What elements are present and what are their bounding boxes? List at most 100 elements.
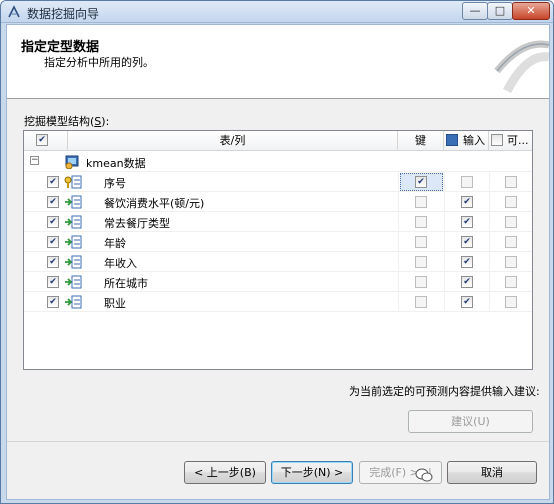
column-name: 常去餐厅类型 xyxy=(104,217,170,230)
cell-divider xyxy=(444,232,445,252)
data-mining-wizard-icon xyxy=(8,5,20,18)
column-icon xyxy=(65,275,82,289)
predict-checkbox[interactable] xyxy=(505,236,517,248)
model-name: kmean数据 xyxy=(86,157,146,170)
window-title: 数据挖掘向导 xyxy=(27,7,100,21)
input-all-checkbox[interactable] xyxy=(446,134,458,146)
cell-divider xyxy=(444,172,445,192)
column-icon xyxy=(65,195,82,209)
wizard-body: 指定定型数据 指定分析中所用的列。 挖掘模型结构(S): 表/列 键 输入 xyxy=(6,24,550,500)
cell-divider xyxy=(444,252,445,272)
next-button[interactable]: 下一步(N) > xyxy=(271,461,353,484)
footer-divider xyxy=(7,441,549,442)
table-row[interactable]: 序号 xyxy=(24,172,532,192)
mining-structure-label: 挖掘模型结构(S): xyxy=(24,115,110,128)
key-checkbox[interactable] xyxy=(415,236,427,248)
mining-model-icon xyxy=(65,155,79,169)
row-select-checkbox[interactable] xyxy=(47,216,59,228)
header-key[interactable]: 键 xyxy=(398,131,444,151)
wizard-window: 数据挖掘向导 — □ ✕ 指定定型数据 指定分析中所用的列。 挖掘模型结构(S)… xyxy=(0,0,554,504)
predict-all-checkbox[interactable] xyxy=(491,134,503,146)
cell-divider xyxy=(489,232,490,252)
title-bar[interactable]: 数据挖掘向导 — □ ✕ xyxy=(1,1,553,23)
row-select-checkbox[interactable] xyxy=(47,176,59,188)
wizard-header: 指定定型数据 指定分析中所用的列。 xyxy=(7,25,549,99)
header-input[interactable]: 输入 xyxy=(444,131,489,151)
predict-checkbox[interactable] xyxy=(505,296,517,308)
key-checkbox[interactable] xyxy=(415,216,427,228)
wizard-banner-icon xyxy=(494,40,549,93)
table-row[interactable]: 年收入 xyxy=(24,252,532,272)
suggest-button[interactable]: 建议(U) xyxy=(408,410,533,433)
predict-checkbox[interactable] xyxy=(505,216,517,228)
table-row[interactable]: 年龄 xyxy=(24,232,532,252)
select-all-checkbox[interactable] xyxy=(36,134,48,146)
cell-divider xyxy=(489,252,490,272)
key-column-icon xyxy=(64,175,82,189)
column-name: 年收入 xyxy=(104,257,137,270)
table-row[interactable]: 常去餐厅类型 xyxy=(24,212,532,232)
cell-divider xyxy=(489,272,490,292)
table-row[interactable]: 所在城市 xyxy=(24,272,532,292)
header-predict[interactable]: 可... xyxy=(489,131,532,151)
input-checkbox[interactable] xyxy=(461,176,473,188)
input-checkbox[interactable] xyxy=(461,296,473,308)
minimize-button[interactable]: — xyxy=(462,2,488,20)
back-button[interactable]: < 上一步(B) xyxy=(184,461,266,484)
cancel-button[interactable]: 取消 xyxy=(447,461,537,484)
predict-checkbox[interactable] xyxy=(505,256,517,268)
input-checkbox[interactable] xyxy=(461,196,473,208)
cell-divider xyxy=(398,212,399,232)
input-checkbox[interactable] xyxy=(461,256,473,268)
column-icon xyxy=(65,295,82,309)
page-subtitle: 指定分析中所用的列。 xyxy=(44,56,154,69)
cell-divider xyxy=(444,212,445,232)
cell-divider xyxy=(398,192,399,212)
row-select-checkbox[interactable] xyxy=(47,236,59,248)
header-table-column[interactable]: 表/列 xyxy=(68,131,398,151)
collapse-icon[interactable]: − xyxy=(30,156,39,165)
column-icon xyxy=(65,255,82,269)
row-select-checkbox[interactable] xyxy=(47,256,59,268)
predict-checkbox[interactable] xyxy=(505,176,517,188)
table-row[interactable]: 餐饮消费水平(顿/元) xyxy=(24,192,532,212)
model-row[interactable]: − kmean数据 xyxy=(24,152,532,172)
page-title: 指定定型数据 xyxy=(21,40,100,55)
cell-divider xyxy=(489,192,490,212)
cell-divider xyxy=(398,232,399,252)
cell-divider xyxy=(398,272,399,292)
input-checkbox[interactable] xyxy=(461,276,473,288)
cell-divider xyxy=(398,292,399,312)
row-select-checkbox[interactable] xyxy=(47,276,59,288)
wechat-watermark-icon xyxy=(415,468,433,482)
key-checkbox[interactable] xyxy=(415,256,427,268)
column-name: 职业 xyxy=(104,297,126,310)
key-checkbox[interactable] xyxy=(415,276,427,288)
cell-divider xyxy=(444,272,445,292)
column-name: 餐饮消费水平(顿/元) xyxy=(104,197,205,210)
cell-divider xyxy=(489,292,490,312)
suggest-hint: 为当前选定的可预测内容提供输入建议: xyxy=(349,385,540,398)
maximize-button[interactable]: □ xyxy=(487,2,513,20)
row-select-checkbox[interactable] xyxy=(47,196,59,208)
cell-divider xyxy=(398,172,399,192)
input-checkbox[interactable] xyxy=(461,236,473,248)
key-checkbox[interactable] xyxy=(415,296,427,308)
cell-divider xyxy=(398,252,399,272)
cell-divider xyxy=(444,192,445,212)
cell-divider xyxy=(489,212,490,232)
key-checkbox[interactable] xyxy=(415,176,427,188)
row-select-checkbox[interactable] xyxy=(47,296,59,308)
predict-checkbox[interactable] xyxy=(505,196,517,208)
column-name: 年龄 xyxy=(104,237,126,250)
key-checkbox[interactable] xyxy=(415,196,427,208)
close-button[interactable]: ✕ xyxy=(512,2,550,20)
mining-structure-grid[interactable]: 表/列 键 输入 可... − kmean数据 xyxy=(23,130,533,370)
grid-header: 表/列 键 输入 可... xyxy=(24,131,532,151)
input-checkbox[interactable] xyxy=(461,216,473,228)
column-icon xyxy=(65,215,82,229)
table-row[interactable]: 职业 xyxy=(24,292,532,312)
predict-checkbox[interactable] xyxy=(505,276,517,288)
column-icon xyxy=(65,235,82,249)
cell-divider xyxy=(444,292,445,312)
